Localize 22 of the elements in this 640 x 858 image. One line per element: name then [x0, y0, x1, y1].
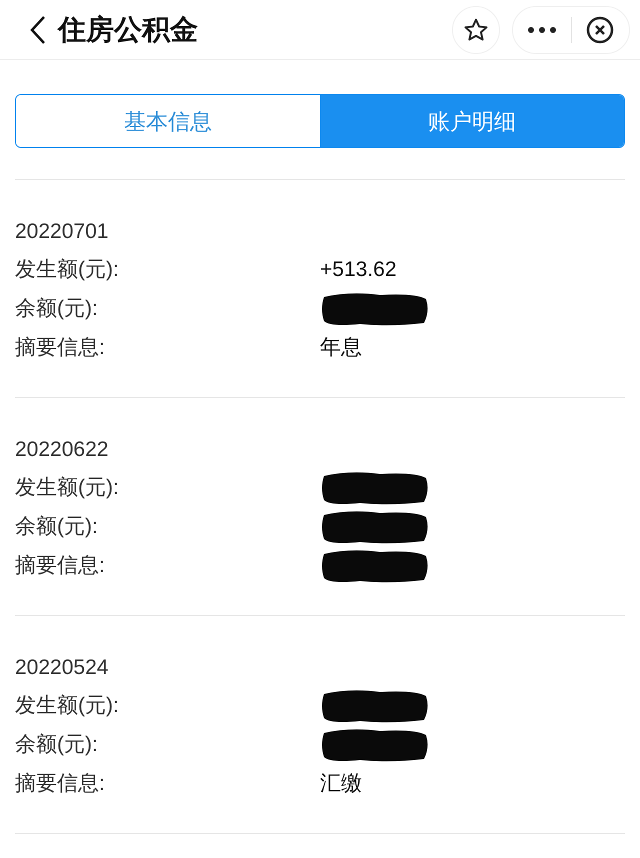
field-label: 摘要信息:: [15, 552, 106, 579]
field-label: 余额(元):: [15, 514, 99, 540]
close-icon: [586, 16, 614, 44]
page-title: 住房公积金: [58, 12, 198, 46]
favorite-button[interactable]: [452, 6, 500, 54]
field-value: 年息: [320, 334, 362, 361]
field-label: 余额(元):: [15, 732, 99, 758]
field-label: 摘要信息:: [15, 770, 106, 797]
star-icon: [463, 16, 489, 42]
tab[interactable]: 账户明细: [320, 95, 624, 147]
field-label: 摘要信息:: [15, 334, 106, 361]
field-label: 发生额(元):: [15, 692, 120, 719]
record-date: 20220701: [15, 219, 108, 245]
field-label: 发生额(元):: [15, 474, 120, 501]
record-date: 20220524: [15, 655, 108, 681]
back-icon[interactable]: [28, 14, 48, 46]
field-value: 汇缴: [320, 770, 362, 797]
field-value: +513.62: [320, 256, 396, 283]
field-label: 发生额(元):: [15, 256, 120, 283]
field-label: 余额(元):: [15, 296, 99, 322]
record-date: 20220622: [15, 437, 108, 463]
more-icon: [526, 26, 557, 34]
